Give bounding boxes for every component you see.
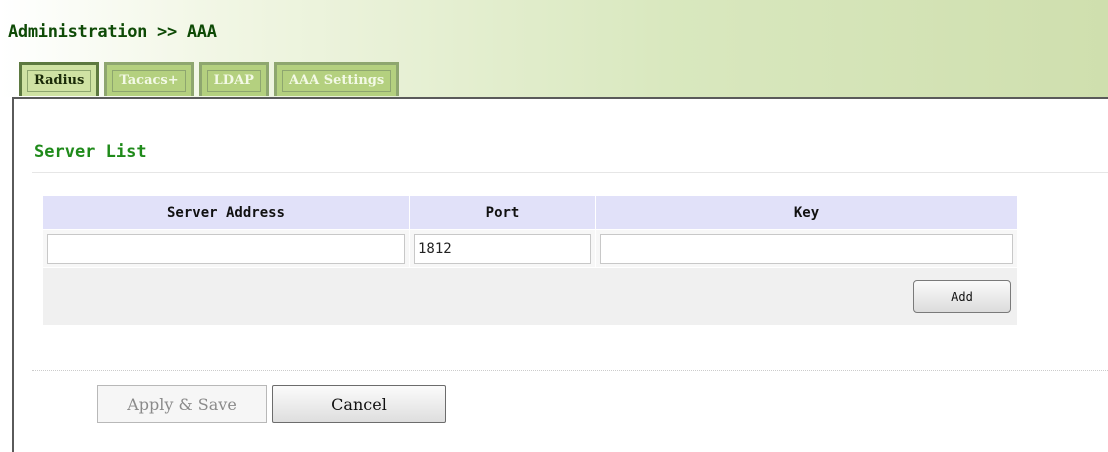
tab-bar: Radius Tacacs+ LDAP AAA Settings [19,62,404,98]
add-row: Add [42,267,1018,326]
column-header-server-address: Server Address [42,195,410,230]
column-header-key: Key [595,195,1018,230]
cancel-button[interactable]: Cancel [272,385,446,423]
port-cell [409,229,596,268]
tab-radius-label: Radius [27,70,92,92]
add-button[interactable]: Add [913,280,1011,313]
tab-tacacs[interactable]: Tacacs+ [104,62,194,96]
tab-aaa-settings[interactable]: AAA Settings [273,62,400,96]
breadcrumb: Administration >> AAA [8,22,217,42]
actions-divider [32,370,1108,371]
key-input[interactable] [600,233,1013,264]
tab-aaa-settings-label: AAA Settings [281,70,392,92]
table-header-row: Server Address Port Key [42,195,1018,230]
column-header-port: Port [409,195,596,230]
content-panel: Server List Server Address Port Key Add … [12,97,1108,452]
server-address-cell [42,229,410,268]
section-divider [32,172,1108,173]
section-title: Server List [34,142,147,162]
key-cell [595,229,1018,268]
table-row [42,229,1018,268]
tab-ldap[interactable]: LDAP [198,62,269,96]
page-header: Administration >> AAA Radius Tacacs+ LDA… [0,0,1108,97]
port-input[interactable] [414,233,591,264]
server-list-table: Server Address Port Key Add [42,195,1018,326]
apply-save-button[interactable]: Apply & Save [97,385,267,423]
tab-ldap-label: LDAP [206,70,261,92]
server-address-input[interactable] [47,233,405,264]
tab-radius[interactable]: Radius [19,62,100,96]
tab-tacacs-label: Tacacs+ [112,70,186,92]
add-cell: Add [42,267,1018,326]
